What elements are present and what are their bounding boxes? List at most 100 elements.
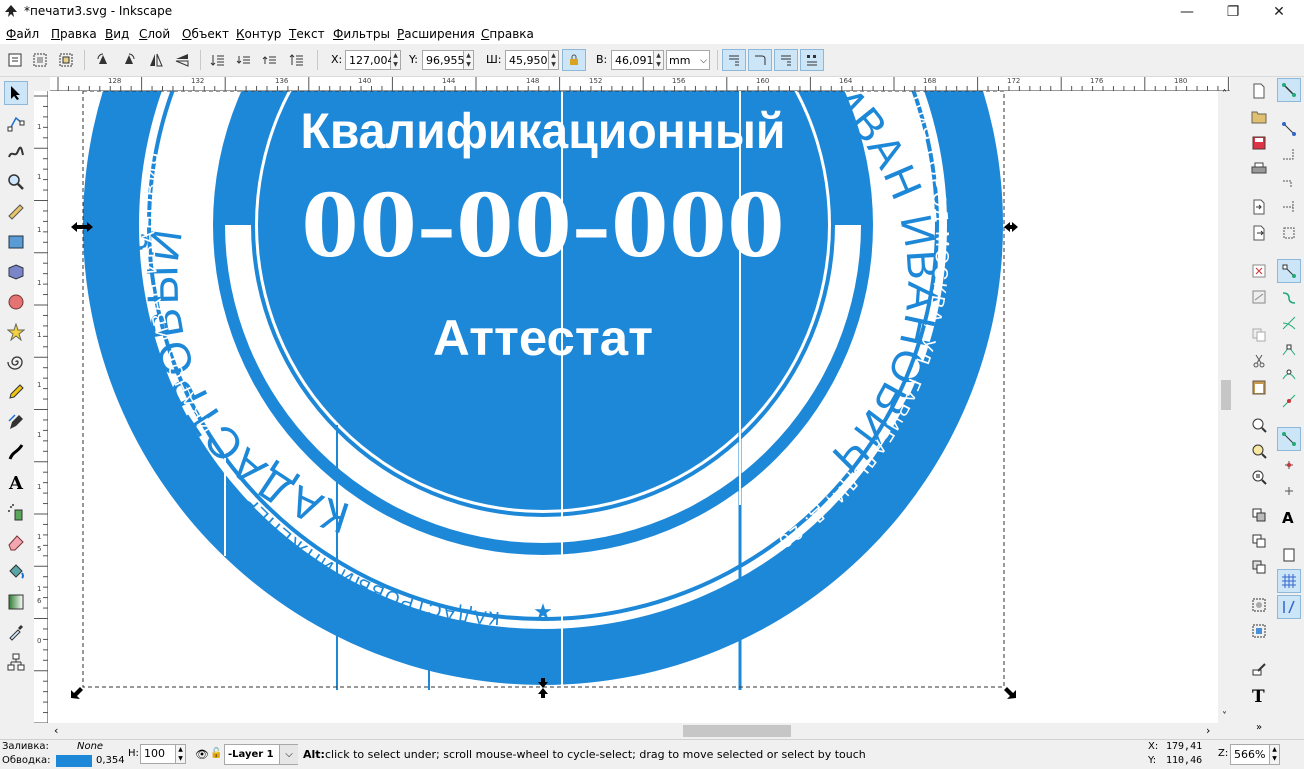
stroke-width[interactable]: 0,354 bbox=[96, 755, 125, 766]
star-tool-icon[interactable] bbox=[4, 320, 28, 344]
menu-file[interactable]: Файл bbox=[6, 27, 39, 41]
zoom-input[interactable]: 566% bbox=[1230, 744, 1270, 765]
stamp-number[interactable]: 00-00-000 bbox=[301, 170, 785, 277]
snap-bbox-centers-icon[interactable] bbox=[1277, 221, 1301, 245]
snap-page-border-icon[interactable] bbox=[1277, 543, 1301, 567]
flip-horizontal-icon[interactable] bbox=[146, 50, 166, 70]
vertical-scroll-thumb[interactable] bbox=[1221, 380, 1231, 410]
select-all-layers-icon[interactable] bbox=[30, 50, 50, 70]
vertical-scrollbar[interactable]: ˄ ˅ bbox=[1218, 89, 1234, 723]
connector-tool-icon[interactable] bbox=[4, 650, 28, 674]
fill-value[interactable]: None bbox=[77, 741, 103, 752]
close-button[interactable]: ✕ bbox=[1256, 0, 1302, 24]
transform-patterns-icon[interactable] bbox=[800, 49, 824, 71]
zoom-drawing-icon[interactable] bbox=[1249, 441, 1269, 461]
snap-bbox-edges-icon[interactable] bbox=[1277, 143, 1301, 167]
snap-centers-icon[interactable] bbox=[1277, 453, 1301, 477]
raise-icon[interactable] bbox=[260, 50, 280, 70]
pen-tool-icon[interactable] bbox=[4, 410, 28, 434]
snap-enable-icon[interactable] bbox=[1277, 78, 1301, 102]
width-spinner[interactable]: ▲ ▼ bbox=[549, 50, 559, 70]
text-font-icon[interactable]: T bbox=[1249, 685, 1269, 705]
group-icon[interactable] bbox=[1249, 595, 1269, 615]
scroll-down-icon[interactable]: ˅ bbox=[1222, 711, 1227, 722]
rotate-cw-icon[interactable] bbox=[119, 50, 139, 70]
drawing-canvas[interactable]: Квалификационный 00-00-000 Аттестат КАДА… bbox=[48, 91, 1218, 723]
menu-text[interactable]: Текст bbox=[289, 27, 325, 41]
open-icon[interactable] bbox=[1249, 107, 1269, 127]
layer-visibility-icon[interactable]: 👁 bbox=[195, 748, 209, 761]
height-input[interactable]: 46,091 bbox=[611, 50, 654, 70]
raise-to-top-icon[interactable] bbox=[287, 50, 307, 70]
undo-icon[interactable] bbox=[1249, 261, 1269, 281]
ellipse-tool-icon[interactable] bbox=[4, 290, 28, 314]
lower-to-bottom-icon[interactable] bbox=[208, 50, 228, 70]
stamp-title[interactable]: Квалификационный bbox=[301, 103, 786, 159]
spray-tool-icon[interactable] bbox=[4, 500, 28, 524]
snap-guides-icon[interactable] bbox=[1277, 595, 1301, 619]
menu-object[interactable]: Объект bbox=[182, 27, 229, 41]
minimize-button[interactable]: — bbox=[1164, 0, 1210, 24]
snap-rotation-center-icon[interactable] bbox=[1277, 479, 1301, 503]
zoom-selection-icon[interactable] bbox=[1249, 415, 1269, 435]
pencil-tool-icon[interactable] bbox=[4, 380, 28, 404]
menu-edit[interactable]: Правка bbox=[51, 27, 97, 41]
snap-bbox-midpoints-icon[interactable] bbox=[1277, 195, 1301, 219]
menu-layer[interactable]: Слой bbox=[139, 27, 170, 41]
stroke-color-swatch[interactable] bbox=[56, 755, 92, 767]
horizontal-scroll-thumb[interactable] bbox=[683, 725, 791, 737]
measure-tool-icon[interactable] bbox=[4, 200, 28, 224]
menu-help[interactable]: Справка bbox=[481, 27, 534, 41]
save-icon[interactable] bbox=[1249, 133, 1269, 153]
layer-lock-icon[interactable]: 🔓 bbox=[210, 748, 222, 759]
clone-icon[interactable] bbox=[1249, 531, 1269, 551]
snap-bbox-icon[interactable] bbox=[1277, 117, 1301, 141]
rectangle-tool-icon[interactable] bbox=[4, 230, 28, 254]
scale-handle-se[interactable] bbox=[1004, 687, 1016, 699]
unit-select[interactable]: mm ⌵ bbox=[666, 50, 710, 70]
ungroup-icon[interactable] bbox=[1249, 621, 1269, 641]
stamp-attestat[interactable]: Аттестат bbox=[433, 310, 653, 366]
menu-view[interactable]: Вид bbox=[105, 27, 129, 41]
menu-extensions[interactable]: Расширения bbox=[397, 27, 475, 41]
y-input[interactable]: 96,955 bbox=[422, 50, 465, 70]
copy-icon[interactable] bbox=[1249, 325, 1269, 345]
snap-grid-icon[interactable] bbox=[1277, 569, 1301, 593]
x-spinner[interactable]: ▲ ▼ bbox=[391, 50, 401, 70]
opacity-spinner[interactable]: ▲ ▼ bbox=[176, 744, 186, 764]
gradient-tool-icon[interactable] bbox=[4, 590, 28, 614]
snap-cusp-nodes-icon[interactable] bbox=[1277, 337, 1301, 361]
snap-paths-icon[interactable] bbox=[1277, 285, 1301, 309]
zoom-tool-icon[interactable] bbox=[4, 170, 28, 194]
rotate-ccw-icon[interactable] bbox=[93, 50, 113, 70]
unlink-clone-icon[interactable] bbox=[1249, 557, 1269, 577]
snap-midpoints-icon[interactable] bbox=[1277, 389, 1301, 413]
more-commands-icon[interactable]: » bbox=[1249, 717, 1269, 737]
dropper-tool-icon[interactable] bbox=[4, 620, 28, 644]
height-spinner[interactable]: ▲ ▼ bbox=[654, 50, 664, 70]
node-tool-icon[interactable] bbox=[4, 111, 28, 135]
menu-filters[interactable]: Фильтры bbox=[333, 27, 390, 41]
cut-icon[interactable] bbox=[1249, 351, 1269, 371]
deselect-icon[interactable] bbox=[56, 50, 76, 70]
transform-gradients-icon[interactable] bbox=[774, 49, 798, 71]
scroll-up-icon[interactable]: ˄ bbox=[1222, 89, 1227, 100]
export-icon[interactable] bbox=[1249, 223, 1269, 243]
flip-vertical-icon[interactable] bbox=[172, 50, 192, 70]
eraser-tool-icon[interactable] bbox=[4, 530, 28, 554]
snap-nodes-icon[interactable] bbox=[1277, 259, 1301, 283]
redo-icon[interactable] bbox=[1249, 287, 1269, 307]
snap-others-icon[interactable] bbox=[1277, 427, 1301, 451]
snap-text-baseline-icon[interactable]: A bbox=[1277, 505, 1301, 529]
import-icon[interactable] bbox=[1249, 197, 1269, 217]
scroll-left-icon[interactable]: ‹ bbox=[54, 724, 58, 737]
menu-path[interactable]: Контур bbox=[236, 27, 281, 41]
layer-select[interactable]: -Layer 1 ⌵ bbox=[224, 744, 298, 765]
width-input[interactable]: 45,950 bbox=[505, 50, 549, 70]
y-spinner[interactable]: ▲ ▼ bbox=[464, 50, 474, 70]
new-document-icon[interactable] bbox=[1249, 81, 1269, 101]
scale-handle-e[interactable] bbox=[1004, 222, 1018, 232]
paint-bucket-tool-icon[interactable] bbox=[4, 560, 28, 584]
select-all-icon[interactable] bbox=[5, 50, 25, 70]
selector-tool-icon[interactable] bbox=[4, 81, 28, 105]
